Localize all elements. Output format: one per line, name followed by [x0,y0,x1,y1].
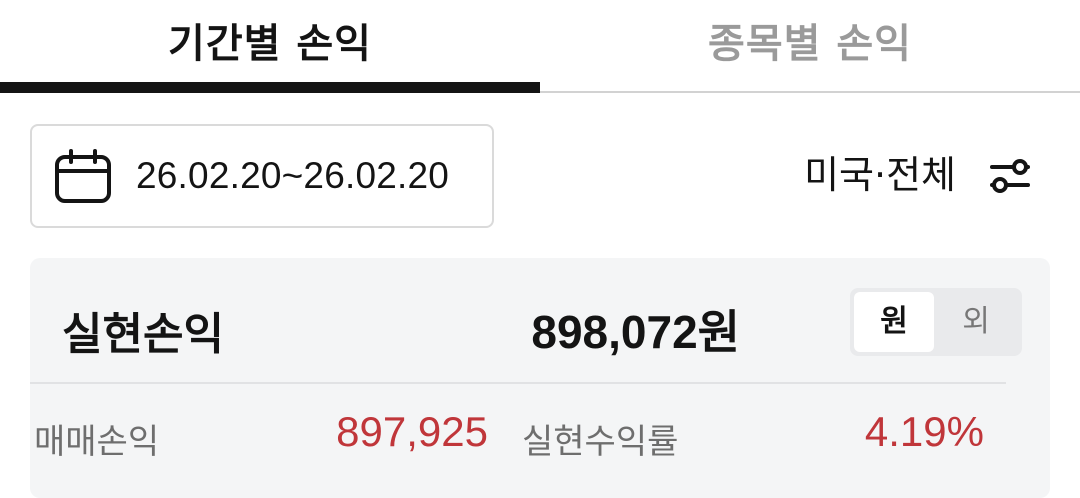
calendar-icon [55,149,111,203]
currency-toggle: 원 외 [850,288,1022,356]
tab-period-pnl[interactable]: 기간별 손익 [0,0,540,94]
market-filter-label[interactable]: 미국·전체 [804,148,956,202]
realized-pnl-unit: 원 [697,306,740,358]
tab-divider [540,91,1080,93]
realized-pnl-amount: 898,072 [531,306,698,358]
active-tab-indicator [0,82,540,93]
trade-pnl-label: 매매손익 [34,422,160,462]
card-divider [30,382,1006,384]
date-range-picker[interactable]: 26.02.20~26.02.20 [30,124,494,228]
return-rate-value: 4.19% [864,408,984,455]
date-range-text: 26.02.20~26.02.20 [136,155,450,196]
currency-won-button[interactable]: 원 [854,292,934,352]
realized-pnl-label: 실현손익 [62,309,224,360]
trade-pnl-value: 897,925 [336,408,488,455]
tab-bar: 기간별 손익 종목별 손익 [0,0,1080,94]
realized-pnl-value: 898,072원 [531,296,740,362]
filter-sliders-icon[interactable] [986,152,1034,200]
tab-stock-pnl[interactable]: 종목별 손익 [540,0,1080,94]
return-rate-label: 실현수익률 [522,422,679,462]
pnl-summary-card: 실현손익 898,072원 원 외 매매손익 897,925 실현수익률 4.1… [30,258,1050,498]
currency-foreign-button[interactable]: 외 [936,292,1016,352]
